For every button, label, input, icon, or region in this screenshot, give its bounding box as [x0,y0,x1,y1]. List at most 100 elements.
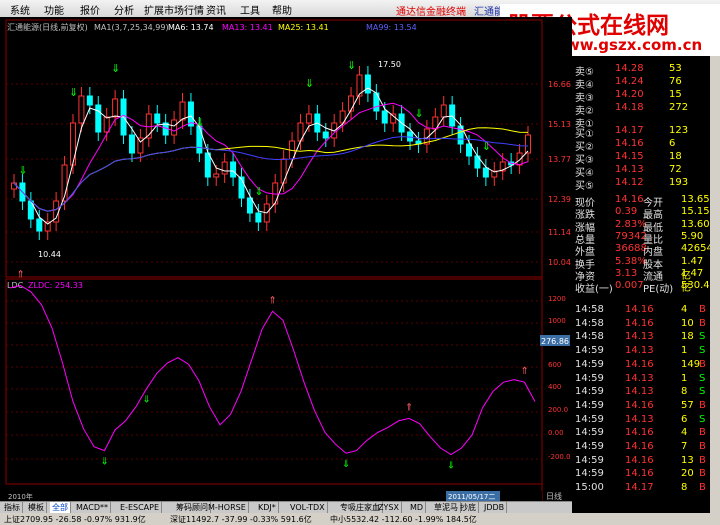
sell-level-row[interactable]: 卖⑤ 14.28 53 [573,63,710,78]
buy-arrow-icon: ⇓ [101,457,109,468]
tick-flag: S [699,413,706,425]
tick-flag: B [699,441,706,452]
sell-arrow-icon: ⇑ [521,366,529,377]
menu-analysis[interactable]: 分析 [114,2,134,17]
tick-price: 14.16 [625,468,654,480]
tick-row: 14:59 14.13 6 S [573,414,710,427]
tick-price: 14.16 [625,441,654,452]
sell-level-volume: 272 [669,102,689,113]
chart-area[interactable]: 汇通能源(日线,前复权) MA1(3,7,25,34,99) MA6: 13.7… [0,17,572,501]
tick-time: 14:59 [575,345,604,357]
indicator-current-value: 276.86 [541,337,569,346]
tick-row: 14:58 14.16 4 B [573,304,710,317]
indicator-tick: 0.00 [548,429,564,437]
sell-level-volume: 15 [669,89,682,100]
tick-flag: S [699,372,706,384]
sell-level-row[interactable]: 卖③ 14.20 15 [573,89,710,104]
candle-body [36,218,43,232]
buy-level-volume: 72 [669,164,682,175]
price-tick: 13.77 [548,155,571,164]
tick-flag: B [699,454,706,466]
tick-row: 14:59 14.13 8 S [573,386,710,399]
tick-row: 14:59 14.16 13 B [573,455,710,468]
candle-body [322,131,329,139]
buy-level-row[interactable]: 买① 14.17 123 [573,125,710,140]
buy-arrow-icon: ⇓ [254,185,263,198]
tick-time: 14:58 [575,331,604,343]
tick-price: 14.13 [625,413,654,425]
tick-time: 14:59 [575,358,604,370]
news-ticker[interactable]: 通达信金融终端 [396,3,466,18]
status-zx-index: 中小5532.42 -112.60 -1.99% 184.5亿 [330,515,477,524]
tick-time: 14:59 [575,413,604,425]
buy-arrow-icon: ⇓ [18,164,27,177]
ma99-value: MA99: 13.54 [366,23,417,32]
tick-time: 15:00 [575,482,604,494]
tick-time: 14:59 [575,441,604,452]
chart-title: 汇通能源(日线,前复权) [7,22,88,32]
stat-value: 13.65 [681,194,710,205]
tick-volume: 8 [681,386,688,398]
tick-time: 14:59 [575,427,604,439]
sell-level-volume: 76 [669,76,682,87]
buy-arrow-icon: ⇓ [347,59,356,72]
tick-price: 14.13 [625,345,654,357]
tick-volume: 57 [681,399,694,411]
menu-function[interactable]: 功能 [44,2,64,17]
brand-url: www.gszx.com.cn [552,36,703,54]
stat-value: 14.16 [615,194,644,205]
candle-body [348,95,355,112]
tick-row: 14:59 14.16 149 B [573,359,710,372]
sell-level-row[interactable]: 卖④ 14.24 76 [573,76,710,91]
menu-info[interactable]: 资讯 [206,2,226,17]
candle-body [364,74,371,94]
sell-level-price: 14.18 [615,102,644,113]
tick-volume: 1 [681,372,688,384]
indicator-tick: 600 [548,361,561,369]
menu-system[interactable]: 系统 [10,2,30,17]
stat-row: 涨跌 0.39 最高 15.15 [573,206,710,221]
tick-volume: 10 [681,317,694,329]
tick-volume: 4 [681,427,688,439]
stat-row: 总量 79342 量比 5.90 [573,230,710,246]
ma6-value: MA6: 13.74 [168,23,214,32]
buy-arrow-icon: ⇓ [111,62,120,75]
buy-level-price: 14.16 [615,138,644,149]
status-sh-index: 上证2709.95 -26.58 -0.97% 931.9亿 [4,515,146,524]
right-scroll-strip[interactable] [710,56,720,513]
menu-tools[interactable]: 工具 [240,2,260,17]
tick-volume: 1 [681,345,688,357]
indicator-formula: ZLDC: 254.33 [28,281,83,290]
stat-value: 5.90 [681,230,704,242]
menu-quote[interactable]: 报价 [80,2,100,17]
period-label[interactable]: 日线 [546,491,562,501]
tick-time: 14:59 [575,386,604,398]
buy-level-row[interactable]: 买③ 14.15 18 [573,151,710,166]
sell-level-price: 14.20 [615,89,644,100]
tick-time: 14:59 [575,454,604,466]
indicator-tick: 400 [548,383,561,391]
tick-flag: B [699,468,706,480]
buy-arrow-icon: ⇓ [447,460,455,471]
candle-body [449,104,456,127]
sell-arrow-icon: ⇑ [269,295,277,306]
buy-level-row[interactable]: 买⑤ 14.12 193 [573,177,710,192]
tick-price: 14.13 [625,386,654,398]
tick-row: 14:59 14.16 4 B [573,427,710,440]
menu-help[interactable]: 帮助 [272,2,292,17]
tick-row: 15:00 14.17 8 B [573,482,710,495]
price-tick: 15.13 [548,120,571,129]
menu-extended-market[interactable]: 扩展市场行情 [144,2,204,17]
tick-price: 14.16 [625,454,654,466]
tick-volume: 20 [681,468,694,480]
candle-body [221,161,228,175]
candle-body [213,173,220,178]
stat-row: 换手 5.38% 股本 1.47亿 [573,256,710,282]
buy-level-row[interactable]: 买② 14.16 6 [573,138,710,153]
buy-level-row[interactable]: 买④ 14.13 72 [573,164,710,179]
ma-params: MA1(3,7,25,34,99) [94,23,169,32]
candle-body [238,176,245,199]
price-tick: 16.66 [548,80,571,89]
sell-level-row[interactable]: 卖② 14.18 272 [573,102,710,117]
stat-value: 0.007 [615,280,644,292]
